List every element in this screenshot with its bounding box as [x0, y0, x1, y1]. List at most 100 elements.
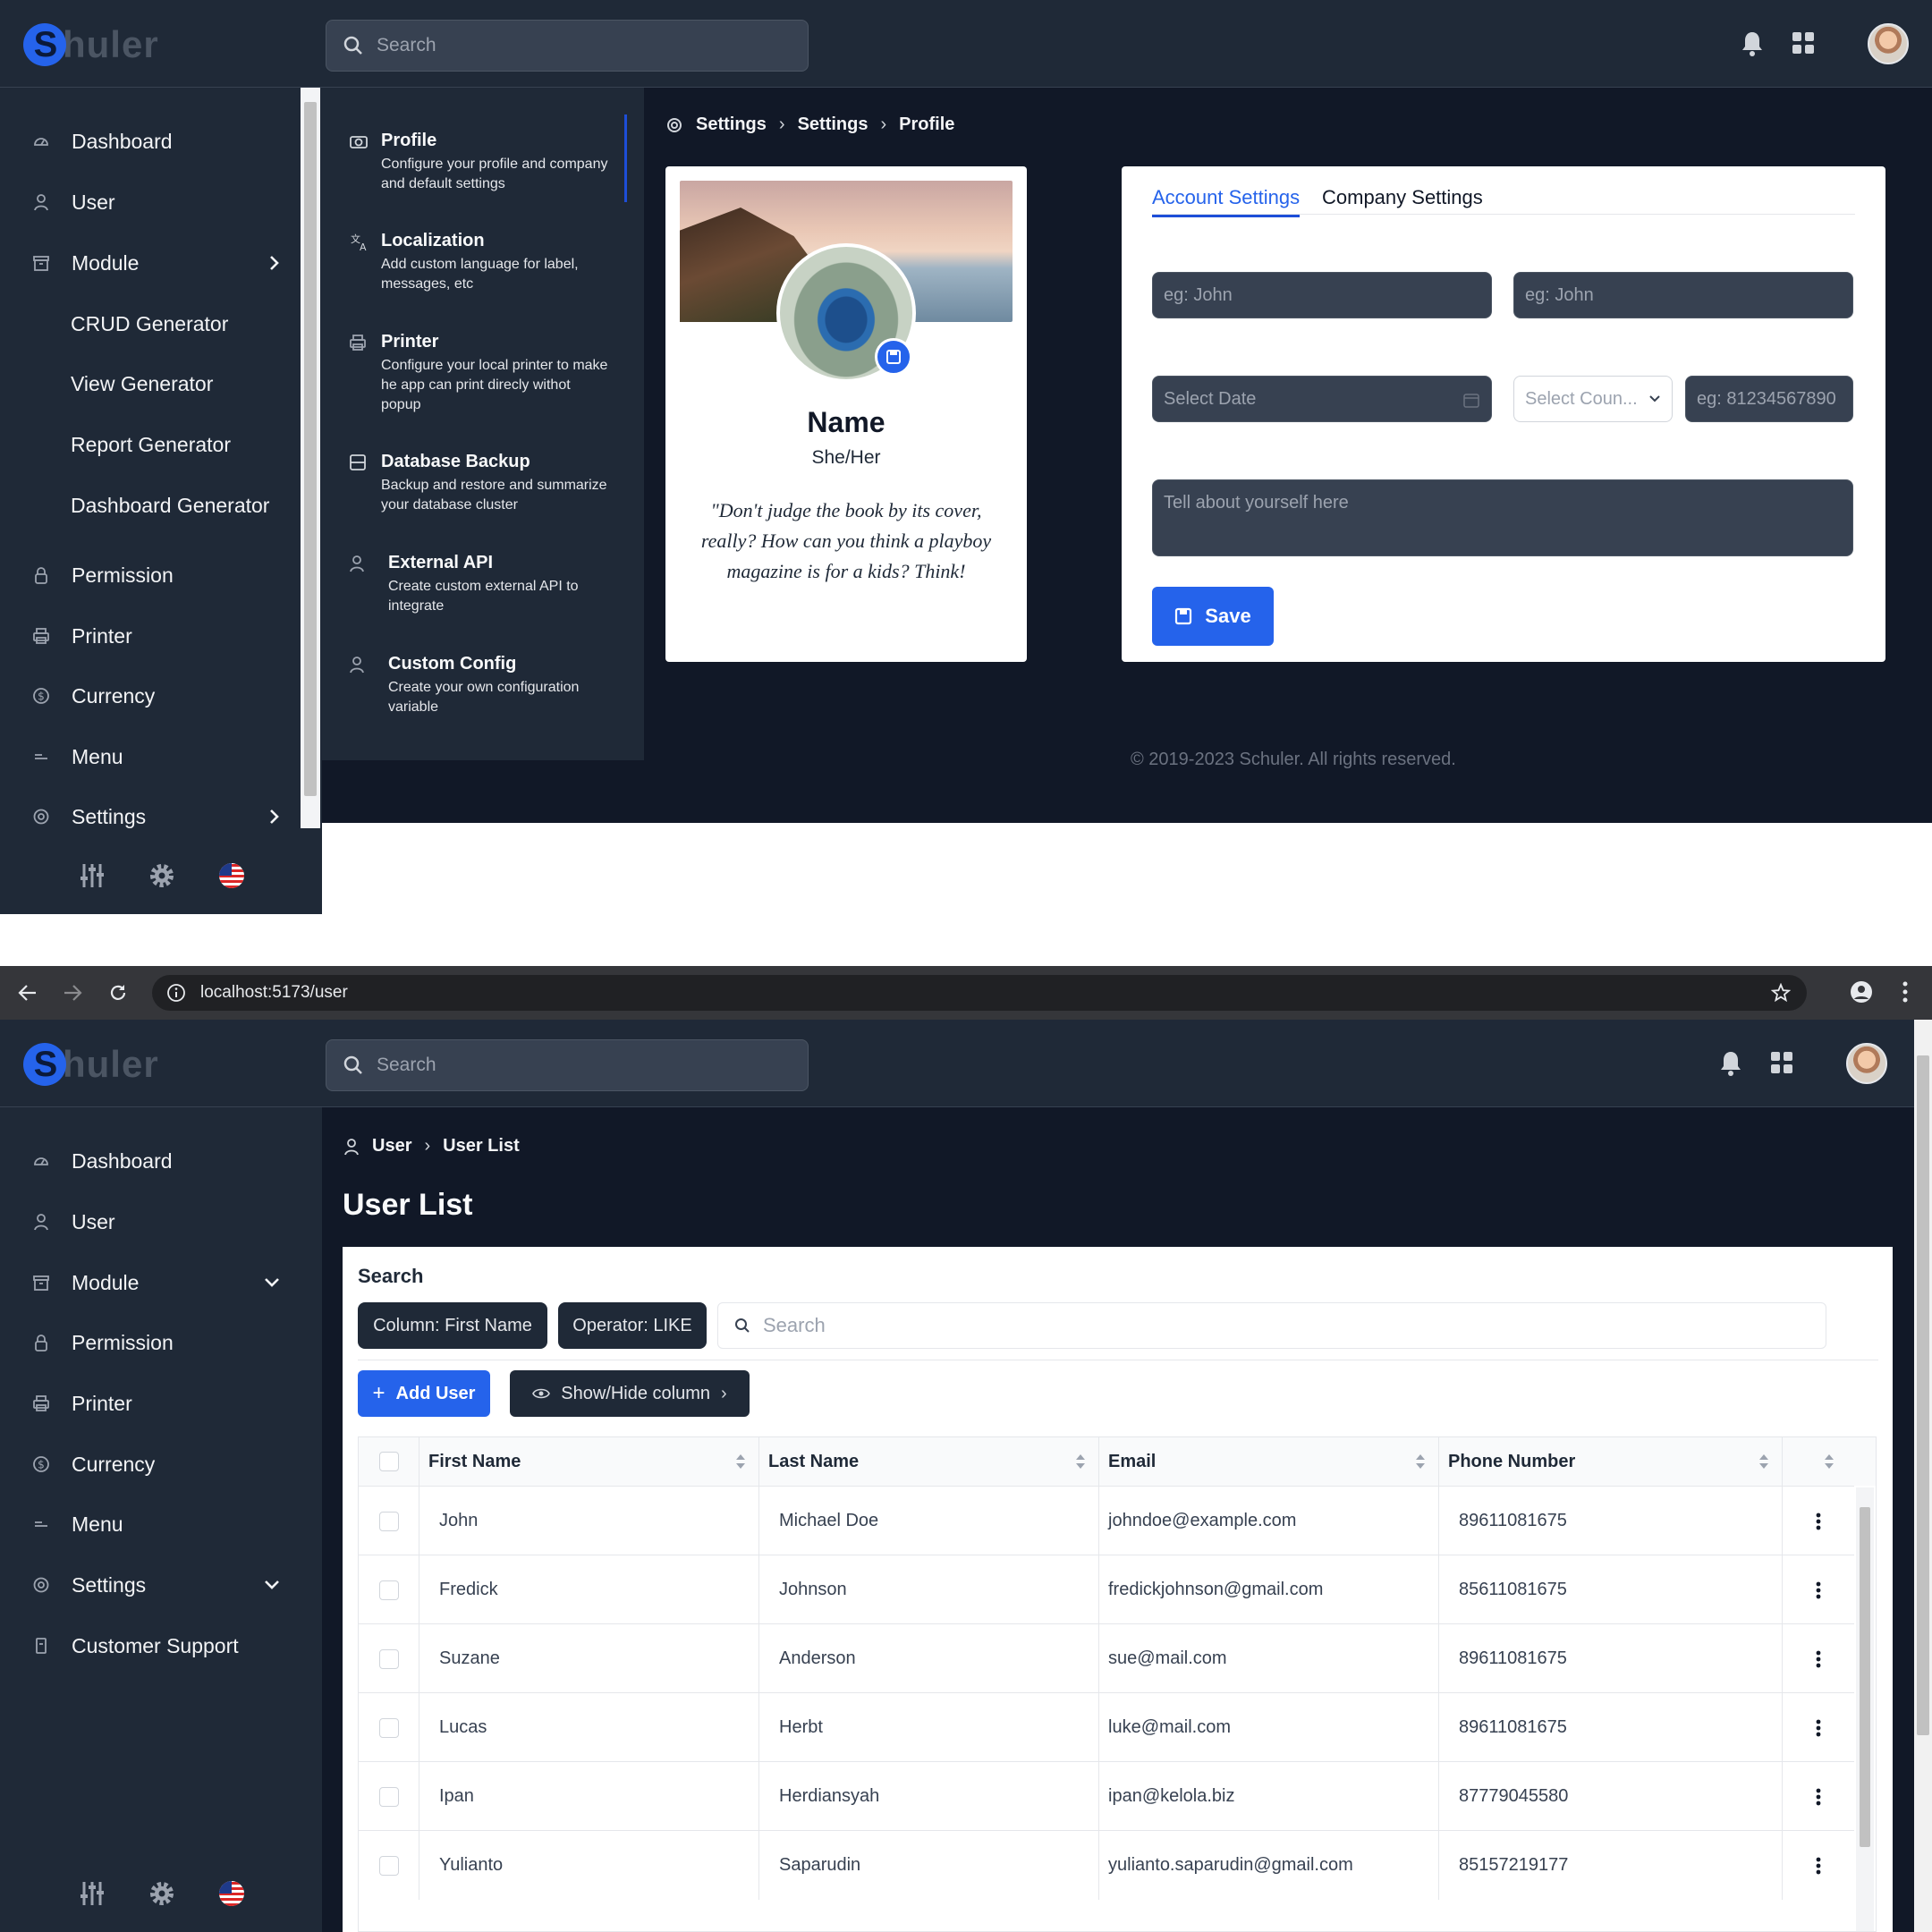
sidebar-item-report-generator[interactable]: Report Generator [0, 422, 304, 467]
apps-grid-icon[interactable] [1769, 1050, 1794, 1075]
phone-field[interactable]: eg: 81234567890 [1685, 376, 1853, 422]
sidebar-item-module[interactable]: Module [0, 1260, 304, 1305]
back-arrow-icon[interactable] [18, 984, 38, 1002]
settings-menu-custom-config[interactable]: Custom Config Create your own configurati… [349, 654, 653, 717]
operator-filter-button[interactable]: Operator: LIKE [558, 1302, 707, 1349]
kebab-menu-icon[interactable] [1816, 1650, 1821, 1668]
row-checkbox[interactable] [378, 1786, 399, 1807]
sidebar-item-permission[interactable]: Permission [0, 553, 304, 597]
sidebar-item-crud-generator[interactable]: CRUD Generator [0, 301, 304, 346]
sort-icon[interactable] [1075, 1453, 1086, 1470]
row-checkbox[interactable] [378, 1648, 399, 1669]
row-checkbox[interactable] [378, 1717, 399, 1738]
settings-menu-external-api[interactable]: External API Create custom external API t… [349, 553, 653, 616]
sidebar-item-currency[interactable]: $ Currency [0, 674, 304, 718]
sliders-icon[interactable] [79, 862, 106, 889]
profile-icon[interactable] [1850, 980, 1873, 1004]
gear-icon[interactable] [148, 862, 175, 889]
settings-menu-localization[interactable]: 文 A Localization Add custom language for la… [349, 231, 653, 294]
sidebar-item-currency[interactable]: $ Currency [0, 1442, 304, 1487]
kebab-menu-icon[interactable] [1816, 1857, 1821, 1875]
kebab-menu-icon[interactable] [1902, 980, 1909, 1004]
row-checkbox[interactable] [378, 1511, 399, 1531]
sidebar-item-menu[interactable]: Menu [0, 734, 304, 779]
table-row[interactable]: Ipan Herdiansyah ipan@kelola.biz 8777904558… [359, 1761, 1854, 1831]
last-name-field[interactable]: eg: John [1513, 272, 1853, 318]
global-search-input[interactable]: Search [326, 1039, 809, 1091]
bell-icon[interactable] [1719, 1050, 1742, 1077]
sidebar-item-user[interactable]: User [0, 180, 304, 225]
sidebar-item-module[interactable]: Module [0, 241, 304, 285]
sidebar-item-printer[interactable]: Printer [0, 614, 304, 658]
kebab-menu-icon[interactable] [1816, 1513, 1821, 1530]
tab-account-settings[interactable]: Account Settings [1152, 186, 1301, 217]
kebab-menu-icon[interactable] [1816, 1788, 1821, 1806]
sidebar-item-settings[interactable]: Settings [0, 794, 304, 839]
column-header-phone-number[interactable]: Phone Number [1439, 1437, 1783, 1486]
column-header-first-name[interactable]: First Name [419, 1437, 759, 1486]
first-name-field[interactable]: eg: John [1152, 272, 1492, 318]
sidebar-item-dashboard-generator[interactable]: Dashboard Generator [0, 483, 304, 528]
sidebar-item-dashboard[interactable]: Dashboard [0, 1139, 304, 1183]
settings-menu-database-backup[interactable]: Database Backup Backup and restore and su… [349, 452, 653, 515]
column-header-email[interactable]: Email [1099, 1437, 1439, 1486]
column-filter-button[interactable]: Column: First Name [358, 1302, 547, 1349]
table-row[interactable]: Lucas Herbt luke@mail.com 89611081675 [359, 1692, 1854, 1762]
brand-logo[interactable]: S huler [23, 23, 159, 66]
birthdate-field[interactable]: Select Date [1152, 376, 1492, 422]
forward-arrow-icon[interactable] [63, 984, 82, 1002]
page-scrollbar[interactable] [1914, 1020, 1932, 1932]
save-button[interactable]: Save [1152, 587, 1274, 646]
table-row[interactable]: Yulianto Saparudin yulianto.saparudin@gmai… [359, 1830, 1854, 1900]
change-avatar-button[interactable] [875, 338, 912, 376]
user-avatar[interactable] [1846, 1043, 1887, 1084]
user-avatar[interactable] [1868, 23, 1909, 64]
bio-textarea[interactable]: Tell about yourself here [1152, 479, 1853, 556]
breadcrumb-item[interactable]: User [372, 1136, 411, 1157]
table-search-input[interactable]: Search [717, 1302, 1826, 1349]
country-select[interactable]: Select Coun... [1513, 376, 1673, 422]
sort-icon[interactable] [1415, 1453, 1426, 1470]
global-search-input[interactable]: Search [326, 20, 809, 72]
brand-logo[interactable]: S huler [23, 1043, 159, 1086]
settings-menu-printer[interactable]: Printer Configure your local printer to m… [349, 332, 653, 415]
row-checkbox[interactable] [378, 1580, 399, 1600]
add-user-button[interactable]: + Add User [358, 1370, 490, 1417]
sort-icon[interactable] [735, 1453, 746, 1470]
column-header-last-name[interactable]: Last Name [759, 1437, 1099, 1486]
table-row[interactable]: Suzane Anderson sue@mail.com 89611081675 [359, 1623, 1854, 1693]
kebab-menu-icon[interactable] [1816, 1581, 1821, 1599]
sort-icon[interactable] [1824, 1453, 1835, 1470]
select-all-checkbox[interactable] [378, 1452, 399, 1471]
table-scrollbar[interactable] [1856, 1487, 1874, 1931]
show-hide-column-button[interactable]: Show/Hide column › [510, 1370, 750, 1417]
scrollbar-thumb[interactable] [304, 102, 317, 796]
sidebar-item-printer[interactable]: Printer [0, 1381, 304, 1426]
info-icon[interactable] [166, 983, 186, 1003]
us-flag-icon[interactable] [218, 1880, 245, 1907]
sort-icon[interactable] [1758, 1453, 1769, 1470]
reload-icon[interactable] [107, 982, 129, 1004]
breadcrumb-item[interactable]: Settings [798, 114, 869, 135]
tab-company-settings[interactable]: Company Settings [1322, 186, 1483, 209]
sidebar-item-permission[interactable]: Permission [0, 1320, 304, 1365]
sidebar-item-settings[interactable]: Settings [0, 1563, 304, 1607]
bell-icon[interactable] [1741, 30, 1764, 57]
kebab-menu-icon[interactable] [1816, 1719, 1821, 1737]
scrollbar-thumb[interactable] [1860, 1507, 1870, 1847]
gear-icon[interactable] [148, 1880, 175, 1907]
sidebar-item-customer-support[interactable]: Customer Support [0, 1623, 304, 1668]
scrollbar-thumb[interactable] [1917, 1055, 1929, 1735]
sidebar-item-view-generator[interactable]: View Generator [0, 361, 304, 406]
address-bar[interactable]: localhost:5173/user [152, 975, 1807, 1011]
table-row[interactable]: Fredick Johnson fredickjohnson@gmail.com 85… [359, 1555, 1854, 1624]
sidebar-item-user[interactable]: User [0, 1199, 304, 1244]
apps-grid-icon[interactable] [1791, 30, 1816, 55]
sidebar-item-dashboard[interactable]: Dashboard [0, 119, 304, 164]
us-flag-icon[interactable] [218, 862, 245, 889]
row-checkbox[interactable] [378, 1855, 399, 1876]
settings-menu-profile[interactable]: Profile Configure your profile and compan… [349, 131, 653, 194]
sliders-icon[interactable] [79, 1880, 106, 1907]
breadcrumb-item[interactable]: Settings [696, 114, 767, 135]
sidebar-item-menu[interactable]: Menu [0, 1502, 304, 1546]
